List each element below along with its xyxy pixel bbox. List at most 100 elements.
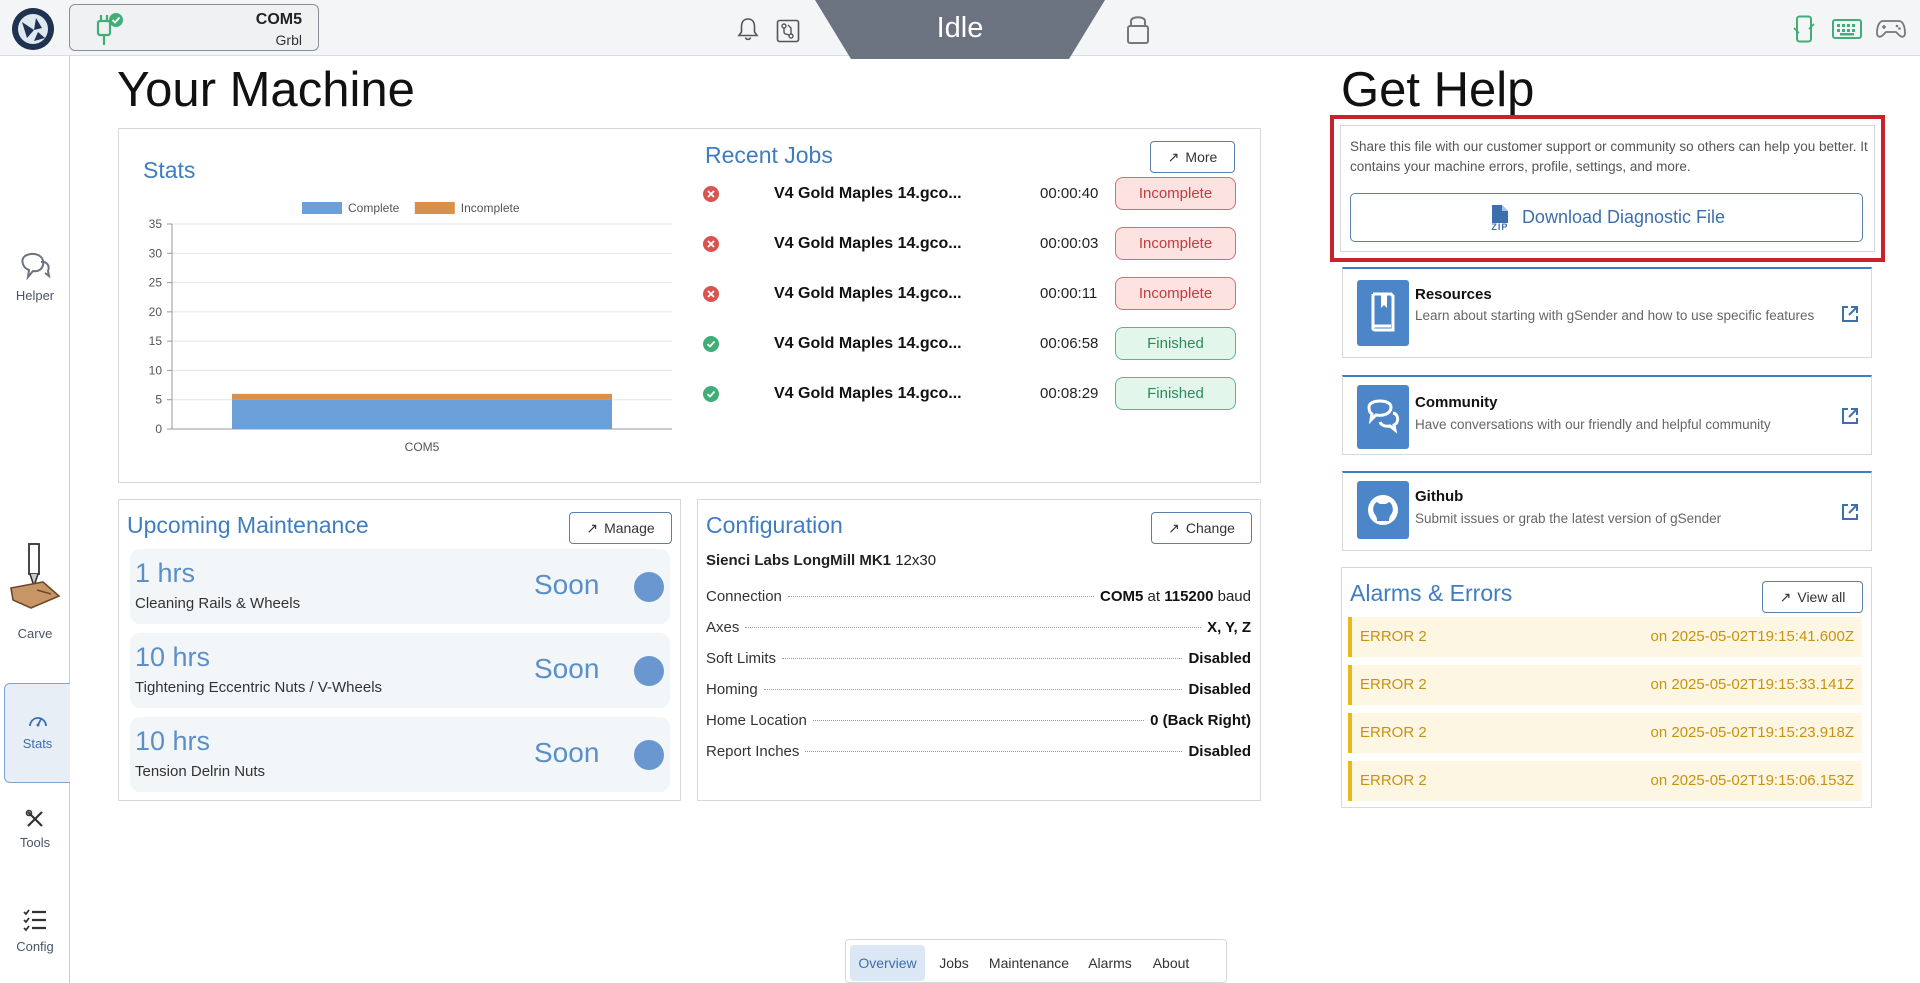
config-row-connection: Connection COM5 at 115200 baud xyxy=(706,588,1251,610)
config-list-icon xyxy=(23,909,46,932)
gamepad-icon[interactable] xyxy=(1876,19,1906,39)
maintenance-title: Upcoming Maintenance xyxy=(127,512,369,538)
port-name: COM5 xyxy=(255,11,302,28)
github-card[interactable]: Github Submit issues or grab the latest … xyxy=(1342,471,1872,551)
job-name: V4 Gold Maples 14.gco... xyxy=(774,385,962,402)
manage-label: Manage xyxy=(604,520,655,536)
config-value: Disabled xyxy=(1188,650,1251,667)
arrow-up-right-icon: ↗ xyxy=(1779,588,1792,605)
job-status-badge: Finished xyxy=(1115,377,1236,410)
manage-maintenance-button[interactable]: ↗ Manage xyxy=(569,512,672,544)
y-tick-label: 25 xyxy=(149,276,163,290)
job-row[interactable]: V4 Gold Maples 14.gco... 00:00:40 Incomp… xyxy=(703,177,1238,211)
y-tick-label: 5 xyxy=(155,393,162,407)
tab-about[interactable]: About xyxy=(1144,945,1198,981)
config-row: Axes X, Y, Z xyxy=(706,619,1251,641)
community-card[interactable]: Community Have conversations with our fr… xyxy=(1342,375,1872,455)
config-baud-unit: baud xyxy=(1217,588,1251,605)
card-description: Have conversations with our friendly and… xyxy=(1415,417,1771,432)
job-row[interactable]: V4 Gold Maples 14.gco... 00:00:03 Incomp… xyxy=(703,227,1238,261)
keyboard-icon[interactable] xyxy=(1832,19,1862,39)
bell-icon[interactable] xyxy=(737,16,759,42)
y-tick-label: 10 xyxy=(149,363,163,377)
config-at: at xyxy=(1147,588,1161,605)
bar-complete xyxy=(232,399,612,429)
y-tick-label: 15 xyxy=(149,334,163,348)
view-all-alarms-button[interactable]: ↗ View all xyxy=(1762,581,1863,613)
workflow-icon[interactable] xyxy=(776,19,800,43)
plug-connected-icon xyxy=(96,13,123,45)
maintenance-hours: 10 hrs xyxy=(135,642,211,672)
firmware-name: Grbl xyxy=(275,32,302,48)
config-label: Axes xyxy=(706,619,740,636)
mobile-remote-icon[interactable] xyxy=(1793,15,1815,43)
tab-jobs[interactable]: Jobs xyxy=(931,945,977,981)
job-status-badge: Incomplete xyxy=(1115,227,1236,260)
change-configuration-button[interactable]: ↗ Change xyxy=(1151,512,1252,544)
config-value: Disabled xyxy=(1188,681,1251,698)
maintenance-status: Soon xyxy=(534,737,600,768)
arrow-up-right-icon: ↗ xyxy=(586,519,599,536)
job-row[interactable]: V4 Gold Maples 14.gco... 00:00:11 Incomp… xyxy=(703,277,1238,311)
machine-state-text: Idle xyxy=(936,12,984,44)
sidebar-item-tools[interactable]: Tools xyxy=(0,809,70,850)
tab-overview[interactable]: Overview xyxy=(850,945,925,981)
legend-label: Incomplete xyxy=(461,201,520,215)
tab-alarms[interactable]: Alarms xyxy=(1081,945,1139,981)
config-port: COM5 xyxy=(1100,588,1144,605)
alarm-timestamp: on 2025-05-02T19:15:33.141Z xyxy=(1650,676,1855,693)
sidebar-item-stats[interactable]: Stats xyxy=(4,683,70,783)
sidebar-item-label: Tools xyxy=(19,835,51,850)
sidebar: Helper Carve Stats Tools Config xyxy=(0,56,70,983)
alarm-row[interactable]: ERROR 2 on 2025-05-02T19:15:06.153Z xyxy=(1348,761,1862,801)
job-duration: 00:06:58 xyxy=(1040,335,1099,352)
legend-label: Complete xyxy=(348,201,400,215)
maintenance-item[interactable]: 10 hrs Tension Delrin Nuts Soon xyxy=(130,717,670,792)
dotted-leader xyxy=(782,658,1183,659)
page-title: Your Machine xyxy=(117,63,415,117)
external-link-icon xyxy=(1842,504,1858,520)
sidebar-item-label: Helper xyxy=(15,288,55,303)
y-tick-label: 30 xyxy=(149,246,163,260)
job-row[interactable]: V4 Gold Maples 14.gco... 00:06:58 Finish… xyxy=(703,327,1238,361)
maintenance-item[interactable]: 1 hrs Cleaning Rails & Wheels Soon xyxy=(130,549,670,624)
app-logo xyxy=(12,8,54,50)
job-row[interactable]: V4 Gold Maples 14.gco... 00:08:29 Finish… xyxy=(703,377,1238,411)
success-check-icon xyxy=(703,386,719,402)
machine-state-indicator: Idle xyxy=(815,0,1105,59)
alarm-row[interactable]: ERROR 2 on 2025-05-02T19:15:41.600Z xyxy=(1348,617,1862,657)
stats-title: Stats xyxy=(143,157,196,183)
status-dot xyxy=(634,740,664,770)
config-value: Disabled xyxy=(1188,743,1251,760)
config-label: Soft Limits xyxy=(706,650,777,667)
more-jobs-button[interactable]: ↗ More xyxy=(1150,141,1235,173)
alarm-row[interactable]: ERROR 2 on 2025-05-02T19:15:33.141Z xyxy=(1348,665,1862,705)
job-status-badge: Incomplete xyxy=(1115,177,1236,210)
maintenance-item[interactable]: 10 hrs Tightening Eccentric Nuts / V-Whe… xyxy=(130,633,670,708)
external-link-icon xyxy=(1842,306,1858,322)
chat-bubbles-icon xyxy=(1357,385,1409,449)
config-row: Homing Disabled xyxy=(706,681,1251,703)
download-label: Download Diagnostic File xyxy=(1521,207,1726,227)
job-status-badge: Finished xyxy=(1115,327,1236,360)
stats-tab-bar: Overview Jobs Maintenance Alarms About xyxy=(845,939,1227,983)
job-duration: 00:00:03 xyxy=(1040,235,1099,252)
gauge-icon xyxy=(28,717,47,727)
connection-selector[interactable]: COM5 Grbl xyxy=(69,4,319,51)
lock-icon[interactable] xyxy=(1125,13,1151,45)
sidebar-item-helper[interactable]: Helper xyxy=(0,252,70,303)
config-label: Home Location xyxy=(706,712,807,729)
bar-incomplete xyxy=(232,393,612,400)
sidebar-item-config[interactable]: Config xyxy=(0,907,70,954)
download-diagnostic-button[interactable]: ZIP Download Diagnostic File xyxy=(1350,193,1863,242)
error-icon xyxy=(703,286,719,302)
resources-card[interactable]: Resources Learn about starting with gSen… xyxy=(1342,267,1872,358)
view-all-label: View all xyxy=(1797,589,1846,605)
alarm-row[interactable]: ERROR 2 on 2025-05-02T19:15:23.918Z xyxy=(1348,713,1862,753)
sidebar-item-carve[interactable]: Carve xyxy=(0,542,70,641)
alarm-code: ERROR 2 xyxy=(1360,724,1427,741)
y-tick-label: 0 xyxy=(155,422,162,436)
job-duration: 00:00:11 xyxy=(1040,285,1098,302)
machine-size: 12x30 xyxy=(895,552,937,569)
tab-maintenance[interactable]: Maintenance xyxy=(982,945,1076,981)
